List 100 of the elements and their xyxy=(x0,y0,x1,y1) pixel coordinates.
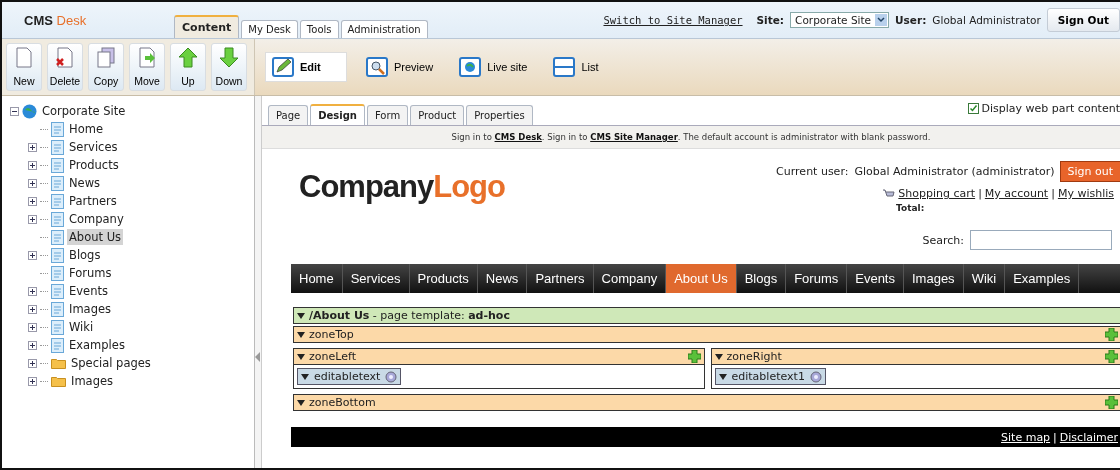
account-link[interactable]: My account xyxy=(984,187,1049,200)
add-icon[interactable] xyxy=(1105,350,1118,363)
search-field[interactable] xyxy=(970,230,1112,250)
page-tab[interactable]: Product xyxy=(410,105,465,125)
site-label: Site: xyxy=(756,14,785,26)
menu-item[interactable]: Examples xyxy=(1005,264,1080,293)
tree-node[interactable]: Company xyxy=(67,211,126,227)
account-link[interactable]: Shopping cart xyxy=(898,187,976,200)
notice-link[interactable]: CMS Desk xyxy=(494,132,542,142)
page-template-title: /About Us - page template: ad-hoc xyxy=(309,309,510,322)
view-mode-button[interactable]: Preview xyxy=(359,52,441,82)
menu-item[interactable]: Home xyxy=(291,264,343,293)
footer-link[interactable]: Disclaimer xyxy=(1059,430,1118,444)
main-tab[interactable]: Content xyxy=(174,15,240,38)
collapse-handle-icon[interactable] xyxy=(255,352,260,362)
collapse-arrow-icon[interactable] xyxy=(297,312,305,319)
collapse-arrow-icon[interactable] xyxy=(718,373,727,380)
view-mode-button[interactable]: Edit xyxy=(265,52,347,82)
tree-node[interactable]: Images xyxy=(69,373,115,389)
view-mode-button[interactable]: List xyxy=(546,52,606,82)
up-arrow-icon xyxy=(178,47,198,68)
menu-item[interactable]: News xyxy=(477,264,528,293)
page-icon xyxy=(51,283,64,299)
menu-item[interactable]: Services xyxy=(342,264,410,293)
globe-icon xyxy=(22,103,37,119)
checkbox[interactable] xyxy=(967,103,979,114)
page-icon xyxy=(51,229,64,245)
tree-node[interactable]: Images xyxy=(67,301,113,317)
tree-node[interactable]: Blogs xyxy=(67,247,103,263)
tree-node[interactable]: Products xyxy=(67,157,121,173)
sign-out-button[interactable]: Sign Out xyxy=(1046,8,1120,32)
page-tab[interactable]: Properties xyxy=(466,105,533,125)
account-link[interactable]: My wishlis xyxy=(1057,187,1114,200)
tree-node[interactable]: About Us xyxy=(67,229,124,245)
list-icon xyxy=(553,57,576,77)
expand-toggle[interactable] xyxy=(28,358,37,368)
tree-node[interactable]: Examples xyxy=(67,337,127,353)
page-tab[interactable]: Page xyxy=(268,105,309,125)
add-icon[interactable] xyxy=(687,350,701,363)
menu-item[interactable]: Images xyxy=(904,264,964,293)
collapse-arrow-icon[interactable] xyxy=(297,399,305,406)
menu-item[interactable]: Events xyxy=(847,264,904,293)
expand-toggle[interactable] xyxy=(28,304,37,314)
view-mode-button[interactable]: Live site xyxy=(452,52,535,82)
menu-item[interactable]: Forums xyxy=(786,264,848,293)
expand-toggle[interactable] xyxy=(28,160,37,170)
site-select[interactable]: Corporate Site xyxy=(790,12,890,28)
expand-toggle[interactable] xyxy=(28,214,37,224)
tree-node[interactable]: Special pages xyxy=(69,355,153,371)
main-tab[interactable]: Tools xyxy=(299,20,339,38)
menu-item[interactable]: Wiki xyxy=(963,264,1006,293)
page-icon xyxy=(51,157,64,173)
main-tab[interactable]: Administration xyxy=(340,20,428,38)
zone-title: zoneRight xyxy=(726,350,782,363)
web-part-title: editabletext1 xyxy=(731,370,805,383)
tree-node[interactable]: Corporate Site xyxy=(40,103,128,119)
collapse-toggle[interactable] xyxy=(10,106,19,116)
expand-toggle[interactable] xyxy=(28,376,37,386)
collapse-arrow-icon[interactable] xyxy=(297,331,305,338)
tree-node[interactable]: Forums xyxy=(67,265,114,281)
expand-toggle[interactable] xyxy=(28,250,37,260)
tree-node[interactable]: Partners xyxy=(67,193,119,209)
tree-node[interactable]: Services xyxy=(67,139,120,155)
tree-node[interactable]: Events xyxy=(67,283,110,299)
add-icon[interactable] xyxy=(1105,328,1118,341)
folder-icon xyxy=(51,375,66,387)
dropdown-caret-icon[interactable] xyxy=(875,14,888,26)
switch-site-manager-link[interactable]: Switch to Site Manager xyxy=(603,14,743,26)
collapse-arrow-icon[interactable] xyxy=(301,373,309,380)
toolbar-button[interactable]: Up xyxy=(170,43,206,91)
tree-node[interactable]: News xyxy=(67,175,103,191)
toolbar-button[interactable]: Move xyxy=(129,43,165,91)
collapse-arrow-icon[interactable] xyxy=(297,353,305,360)
tree-node[interactable]: Home xyxy=(67,121,105,137)
gear-icon[interactable] xyxy=(385,370,398,383)
tree-node[interactable]: Wiki xyxy=(67,319,96,335)
add-icon[interactable] xyxy=(1105,396,1118,409)
page-tab[interactable]: Form xyxy=(366,105,409,125)
expand-toggle[interactable] xyxy=(28,322,37,332)
menu-item[interactable]: Partners xyxy=(527,264,594,293)
footer-link[interactable]: Site map xyxy=(1001,430,1051,444)
web-part-title: editabletext xyxy=(314,370,381,383)
sign-in-notice: Sign in to CMS Desk. Sign in to CMS Site Manager. The default account is administrator with blank password. xyxy=(262,126,1120,149)
toolbar-button[interactable]: New xyxy=(6,43,42,91)
notice-link[interactable]: CMS Site Manager xyxy=(590,132,678,142)
pencil-icon xyxy=(272,57,294,77)
expand-toggle[interactable] xyxy=(28,340,37,350)
page-tab[interactable]: Design xyxy=(310,104,365,125)
expand-toggle[interactable] xyxy=(28,142,37,152)
main-tab[interactable]: My Desk xyxy=(241,20,298,38)
toolbar-button[interactable]: Copy xyxy=(88,43,124,91)
menu-item[interactable]: Products xyxy=(409,264,478,293)
menu-item[interactable]: Blogs xyxy=(736,264,787,293)
expand-toggle[interactable] xyxy=(28,286,37,296)
gear-icon[interactable] xyxy=(809,370,822,383)
toolbar-button[interactable]: Down xyxy=(211,43,247,91)
toolbar-button[interactable]: Delete xyxy=(47,43,83,91)
expand-toggle[interactable] xyxy=(28,196,37,206)
collapse-arrow-icon[interactable] xyxy=(714,353,723,360)
expand-toggle[interactable] xyxy=(28,178,37,188)
